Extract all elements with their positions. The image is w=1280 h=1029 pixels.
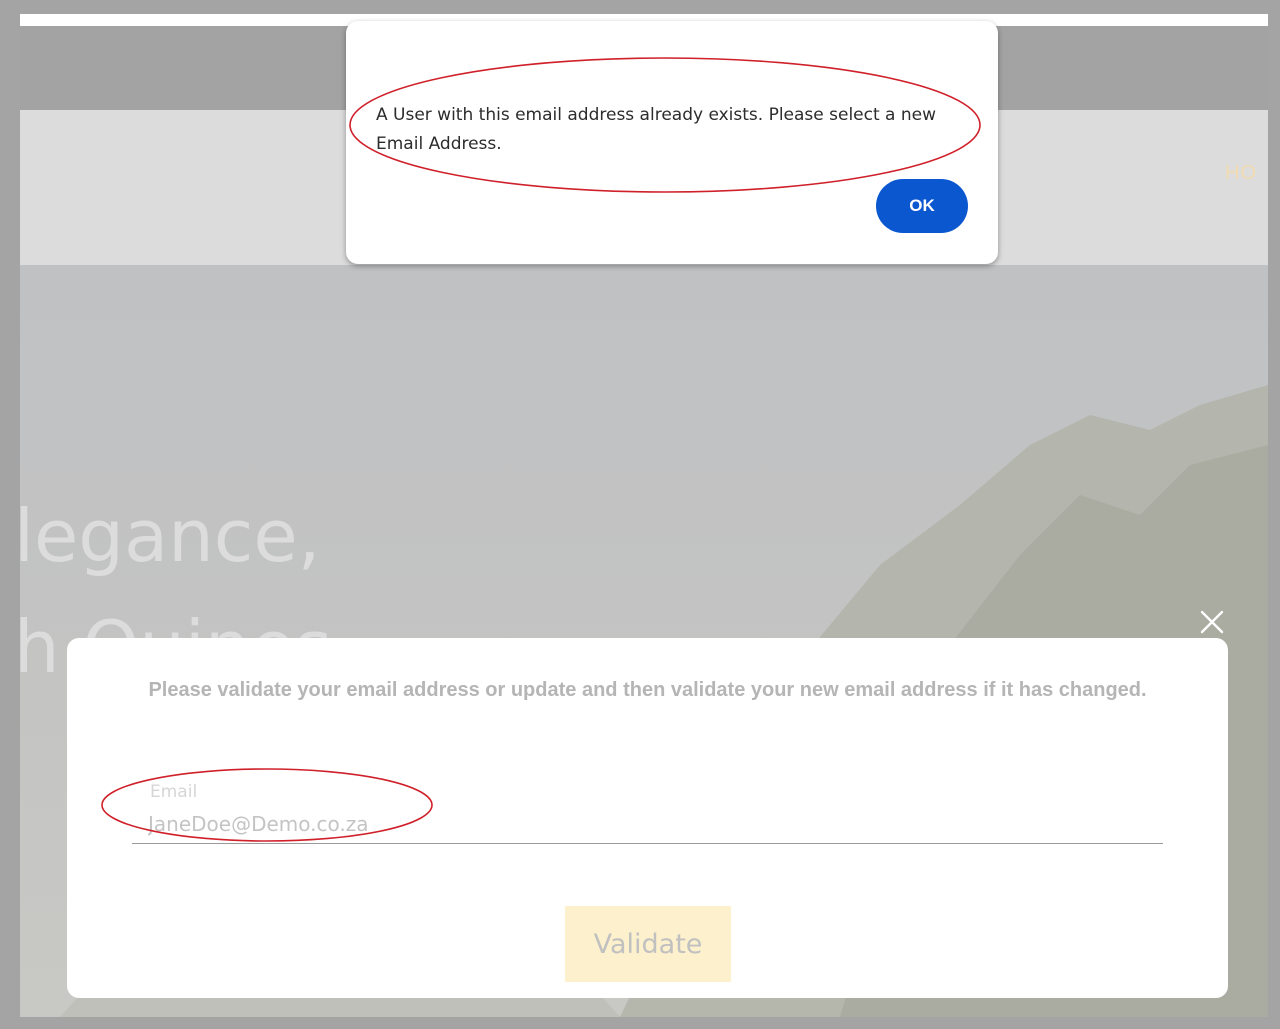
modal-message: Please validate your email address or up… — [148, 679, 1147, 701]
hero-heading-line1: legance, — [20, 494, 321, 578]
email-field[interactable] — [132, 804, 1163, 844]
validate-email-modal: Please validate your email address or up… — [67, 638, 1228, 998]
email-label: Email — [150, 782, 198, 802]
nav-home-link[interactable]: HO — [1225, 162, 1257, 185]
alert-message: A User with this email address already e… — [376, 105, 937, 154]
ok-button[interactable]: OK — [876, 179, 968, 233]
alert-dialog: A User with this email address already e… — [346, 21, 998, 264]
validate-button[interactable]: Validate — [565, 906, 731, 982]
close-icon[interactable] — [1200, 610, 1224, 634]
